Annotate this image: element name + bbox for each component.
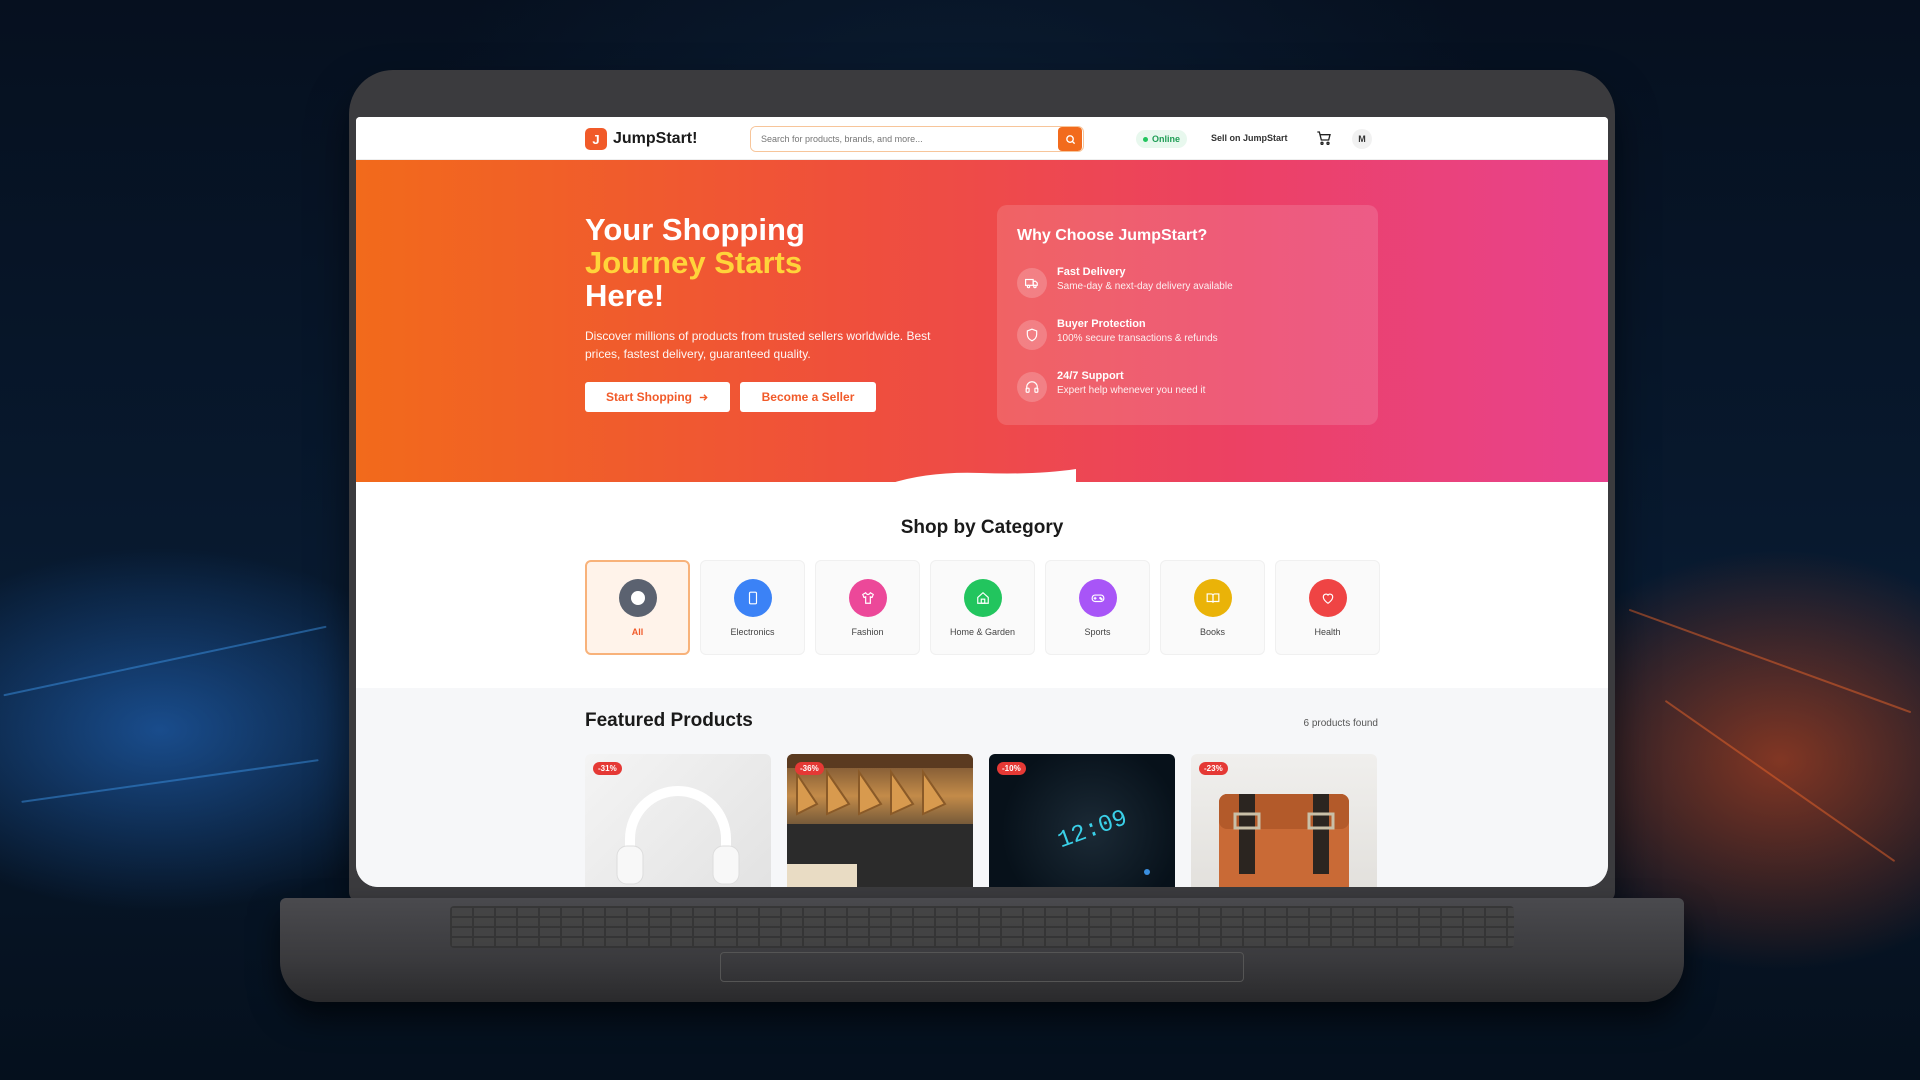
feature-title: 24/7 Support <box>1057 370 1124 382</box>
discount-badge: -23% <box>1199 762 1228 775</box>
book-icon <box>1193 578 1232 617</box>
search-bar <box>750 126 1084 152</box>
category-sports[interactable]: Sports <box>1045 560 1150 655</box>
shield-icon <box>1017 320 1047 350</box>
category-label: Health <box>1314 626 1341 637</box>
navbar: J JumpStart! Online Sell on JumpStart M <box>356 117 1608 160</box>
hero-section: Your Shopping Journey Starts Here! Disco… <box>356 160 1608 482</box>
background-streak <box>1628 608 1912 714</box>
product-card[interactable]: -10% 12:09 <box>989 754 1175 887</box>
hero-description: Discover millions of products from trust… <box>585 329 931 361</box>
search-icon <box>1065 134 1075 144</box>
category-label: Fashion <box>851 626 884 637</box>
why-title: Why Choose JumpStart? <box>1017 227 1208 244</box>
category-label: All <box>631 626 644 637</box>
svg-text:12:09: 12:09 <box>1054 805 1131 855</box>
all-icon <box>618 578 657 617</box>
laptop-keyboard <box>450 906 1514 948</box>
gamepad-icon <box>1078 578 1117 617</box>
category-label: Books <box>1199 626 1225 637</box>
feature-title: Buyer Protection <box>1057 318 1146 330</box>
brand-name: JumpStart! <box>613 130 698 147</box>
product-count: 6 products found <box>1303 718 1379 729</box>
status-dot <box>1143 136 1148 142</box>
featured-section: Featured Products 6 products found -31% … <box>356 688 1608 887</box>
product-card[interactable]: -36% <box>787 754 973 887</box>
laptop-screen: J JumpStart! Online Sell on JumpStart M … <box>356 117 1608 887</box>
feature-desc: 100% secure transactions & refunds <box>1057 333 1218 344</box>
product-card[interactable]: -23% <box>1191 754 1377 887</box>
shirt-icon <box>848 578 887 617</box>
category-label: Home & Garden <box>949 626 1016 637</box>
category-section-title: Shop by Category <box>900 517 1064 538</box>
laptop-touchpad <box>720 952 1244 982</box>
background-streak <box>1664 699 1896 863</box>
category-list: All Electronics Fashion Home & Garden Sp… <box>585 560 1380 655</box>
discount-badge: -31% <box>593 762 622 775</box>
discount-badge: -36% <box>795 762 824 775</box>
product-grid: -31% -36% -10% 12:09 -23% <box>585 754 1377 887</box>
home-icon <box>963 578 1002 617</box>
sell-link[interactable]: Sell on JumpStart <box>1211 133 1288 143</box>
logo-mark: J <box>585 128 607 150</box>
feature-title: Fast Delivery <box>1057 266 1126 278</box>
category-label: Sports <box>1084 626 1111 637</box>
category-electronics[interactable]: Electronics <box>700 560 805 655</box>
category-home-garden[interactable]: Home & Garden <box>930 560 1035 655</box>
category-label: Electronics <box>730 626 775 637</box>
cart-button[interactable] <box>1316 130 1332 151</box>
why-choose-card: Why Choose JumpStart? Fast Delivery Same… <box>997 205 1378 425</box>
category-health[interactable]: Health <box>1275 560 1380 655</box>
heart-icon <box>1308 578 1347 617</box>
feature-buyer-protection: Buyer Protection 100% secure transaction… <box>1017 317 1218 350</box>
feature-desc: Same-day & next-day delivery available <box>1057 281 1233 292</box>
product-card[interactable]: -31% <box>585 754 771 887</box>
laptop-base <box>280 898 1684 1002</box>
search-button[interactable] <box>1058 127 1082 151</box>
category-books[interactable]: Books <box>1160 560 1265 655</box>
arrow-right-icon <box>699 393 708 401</box>
category-fashion[interactable]: Fashion <box>815 560 920 655</box>
brand-logo[interactable]: J JumpStart! <box>585 128 697 150</box>
avatar[interactable]: M <box>1352 129 1372 149</box>
featured-title: Featured Products <box>585 710 753 731</box>
hero-title: Your Shopping Journey Starts Here! <box>585 213 865 312</box>
phone-icon <box>733 578 772 617</box>
start-shopping-label: Start Shopping <box>606 390 692 404</box>
truck-icon <box>1017 268 1047 298</box>
become-seller-button[interactable]: Become a Seller <box>740 382 876 412</box>
hero-title-highlight: Journey Starts <box>585 245 803 280</box>
status-label: Online <box>1152 134 1181 144</box>
cart-icon <box>1317 131 1331 145</box>
feature-fast-delivery: Fast Delivery Same-day & next-day delive… <box>1017 265 1233 298</box>
hero-title-line3: Here! <box>585 278 665 313</box>
discount-badge: -10% <box>997 762 1026 775</box>
search-input[interactable] <box>751 127 1058 151</box>
hero-title-line1: Your Shopping <box>585 212 805 247</box>
category-all[interactable]: All <box>585 560 690 655</box>
background-streak <box>21 759 319 803</box>
background-streak <box>3 625 327 697</box>
headphones-icon <box>1017 372 1047 402</box>
start-shopping-button[interactable]: Start Shopping <box>585 382 730 412</box>
feature-desc: Expert help whenever you need it <box>1057 385 1206 396</box>
feature-support: 24/7 Support Expert help whenever you ne… <box>1017 369 1205 402</box>
status-badge: Online <box>1136 130 1188 148</box>
hero-wave <box>886 469 1076 485</box>
